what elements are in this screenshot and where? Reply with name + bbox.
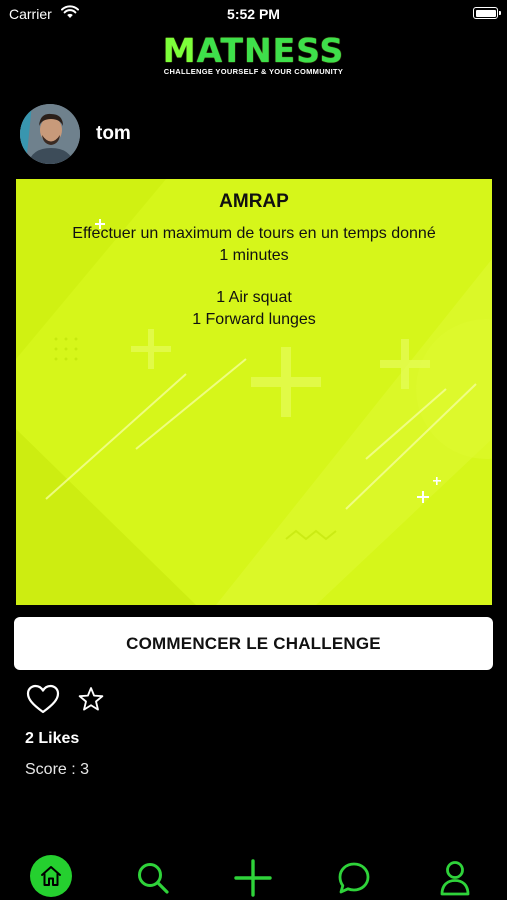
post-author[interactable]: tom (20, 103, 131, 164)
tab-bar (0, 850, 507, 900)
heart-icon[interactable] (26, 684, 60, 719)
tab-create[interactable] (231, 856, 275, 900)
chat-icon (338, 862, 370, 894)
profile-icon (440, 861, 470, 896)
start-challenge-button[interactable]: COMMENCER LE CHALLENGE (14, 617, 493, 670)
tab-search[interactable] (131, 856, 175, 900)
logo-first-letter: M (162, 31, 197, 70)
tab-profile[interactable] (433, 856, 477, 900)
exercise-item: 1 Air squat (216, 289, 292, 306)
home-icon (41, 866, 61, 886)
status-time: 5:52 PM (227, 6, 280, 22)
logo-tagline: CHALLENGE YOURSELF & YOUR COMMUNITY (163, 67, 344, 76)
user-avatar[interactable] (20, 103, 80, 164)
logo-rest: ATNESS (196, 31, 345, 70)
likes-count: 2 Likes (25, 730, 80, 747)
app-logo: MATNESS CHALLENGE YOURSELF & YOUR COMMUN… (0, 34, 507, 77)
challenge-duration: 1 minutes (219, 247, 289, 264)
plus-icon (234, 859, 272, 897)
status-bar: Carrier 5:52 PM (0, 0, 507, 28)
search-icon (138, 863, 169, 894)
challenge-card: AMRAP Effectuer un maximum de tours en u… (16, 179, 492, 605)
tab-messages[interactable] (332, 856, 376, 900)
challenge-content: AMRAP Effectuer un maximum de tours en u… (16, 179, 492, 331)
tab-home[interactable] (30, 855, 72, 897)
logo-wordmark: MATNESS (0, 34, 507, 68)
battery-icon (473, 7, 501, 19)
challenge-description: Effectuer un maximum de tours en un temp… (72, 225, 436, 242)
challenge-title: AMRAP (219, 191, 289, 212)
username[interactable]: tom (96, 123, 131, 145)
star-icon[interactable] (78, 686, 104, 717)
score-text: Score : 3 (25, 761, 90, 778)
exercise-item: 1 Forward lunges (192, 311, 316, 328)
